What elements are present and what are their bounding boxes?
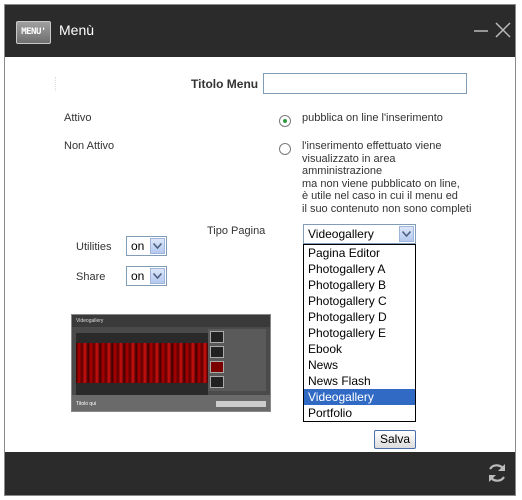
preview-thumb (210, 346, 224, 358)
share-value: on (131, 269, 145, 283)
minimize-button[interactable] (471, 19, 491, 41)
preview-thumb (210, 376, 224, 388)
tipo-pagina-option[interactable]: Photogallery B (304, 277, 415, 293)
attivo-description: pubblica on line l'inserimento (302, 112, 443, 124)
chevron-down-icon[interactable] (399, 226, 414, 242)
utilities-value: on (131, 239, 145, 253)
preview-video-stage (76, 343, 208, 383)
preview-controls-bar: Titolo qui (72, 395, 270, 411)
footer-bar (5, 452, 515, 495)
videogallery-preview-image: Videogallery Titolo qui (71, 314, 271, 412)
tipo-pagina-option[interactable]: Videogallery (304, 389, 415, 405)
refresh-icon[interactable] (485, 461, 509, 485)
attivo-label: Attivo (64, 112, 92, 124)
tipo-pagina-select[interactable]: Videogallery (303, 224, 416, 244)
tipo-pagina-option[interactable]: News Flash (304, 373, 415, 389)
preview-header: Videogallery (72, 315, 270, 327)
attivo-radio[interactable] (279, 115, 291, 127)
chevron-down-icon[interactable] (150, 268, 165, 284)
tipo-pagina-dropdown: Pagina Editor Photogallery A Photogallery … (303, 244, 416, 422)
preview-caption: Titolo qui (76, 401, 97, 407)
preview-strip (76, 333, 208, 343)
titolo-menu-label: Titolo Menu (191, 77, 259, 91)
preview-thumbnails (208, 329, 266, 391)
window-title: Menù (59, 22, 95, 38)
preview-controls (216, 401, 266, 407)
desc-line: visualizzato in area (302, 152, 396, 165)
utilities-label: Utilities (76, 241, 112, 253)
menu-dialog: MENU' Menù Titolo Menu Attivo pubblica o… (4, 4, 516, 496)
tipo-pagina-option[interactable]: Portfolio (304, 405, 415, 421)
desc-line: il suo contenuto non sono completi (302, 202, 472, 215)
preview-thumb (210, 361, 224, 373)
tipo-pagina-option[interactable]: Photogallery D (304, 309, 415, 325)
utilities-select[interactable]: on (126, 236, 167, 256)
tipo-pagina-option[interactable]: Pagina Editor (304, 245, 415, 261)
tipo-pagina-option[interactable]: News (304, 357, 415, 373)
share-select[interactable]: on (126, 266, 167, 286)
tipo-pagina-value: Videogallery (308, 227, 374, 241)
desc-line: amministrazione (302, 165, 383, 177)
title-bar: MENU' Menù (5, 5, 515, 57)
preview-thumb (210, 331, 224, 343)
save-button[interactable]: Salva (374, 430, 416, 449)
tipo-pagina-option[interactable]: Photogallery C (304, 293, 415, 309)
menu-badge-icon: MENU' (16, 21, 51, 44)
desc-line: ma non viene pubblicato on line, (302, 177, 460, 190)
non-attivo-description: l'inserimento effettuato viene visualizz… (302, 140, 471, 215)
share-label: Share (76, 271, 106, 283)
divider (55, 77, 57, 91)
non-attivo-label: Non Attivo (64, 140, 115, 152)
close-icon (495, 22, 511, 38)
titolo-menu-input[interactable] (263, 73, 467, 94)
non-attivo-radio[interactable] (279, 143, 291, 155)
desc-line: l'inserimento effettuato viene (302, 140, 442, 152)
tipo-pagina-label: Tipo Pagina (207, 225, 266, 237)
chevron-down-icon[interactable] (150, 238, 165, 254)
tipo-pagina-option[interactable]: Ebook (304, 341, 415, 357)
desc-line: è utile nel caso in cui il menu ed (302, 190, 458, 202)
close-button[interactable] (493, 19, 513, 41)
tipo-pagina-option[interactable]: Photogallery A (304, 261, 415, 277)
tipo-pagina-option[interactable]: Photogallery E (304, 325, 415, 341)
